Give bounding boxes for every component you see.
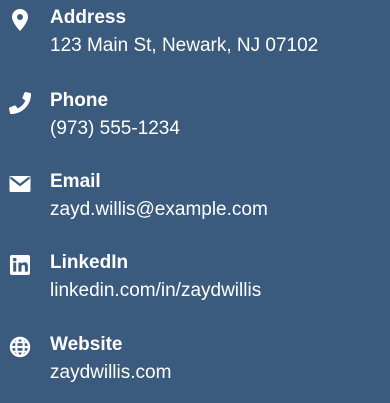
contact-item-website: Website zaydwillis.com (0, 333, 390, 403)
contact-list: Address 123 Main St, Newark, NJ 07102 Ph… (0, 0, 390, 389)
contact-item-email: Email zayd.willis@example.com (0, 170, 390, 240)
linkedin-link[interactable]: linkedin.com/in/zaydwillis (50, 279, 261, 303)
contact-label-email: Email (50, 171, 101, 192)
contact-item-address: Address 123 Main St, Newark, NJ 07102 (0, 6, 390, 76)
contact-label-website: Website (50, 334, 123, 355)
contact-item-phone: Phone (973) 555-1234 (0, 89, 390, 159)
envelope-icon (9, 173, 31, 195)
map-marker-icon (9, 9, 31, 31)
contact-label-linkedin: LinkedIn (50, 252, 129, 273)
linkedin-icon (9, 254, 31, 276)
contact-value-email: zayd.willis@example.com (50, 199, 268, 220)
contact-item-linkedin: LinkedIn linkedin.com/in/zaydwillis (0, 251, 390, 321)
contact-label-phone: Phone (50, 90, 109, 111)
globe-icon (9, 336, 31, 358)
contact-value-address: 123 Main St, Newark, NJ 07102 (50, 35, 319, 56)
contact-value-phone: (973) 555-1234 (50, 118, 180, 139)
website-link[interactable]: zaydwillis.com (50, 361, 171, 385)
contact-label-address: Address (50, 7, 127, 28)
phone-icon (9, 92, 31, 114)
